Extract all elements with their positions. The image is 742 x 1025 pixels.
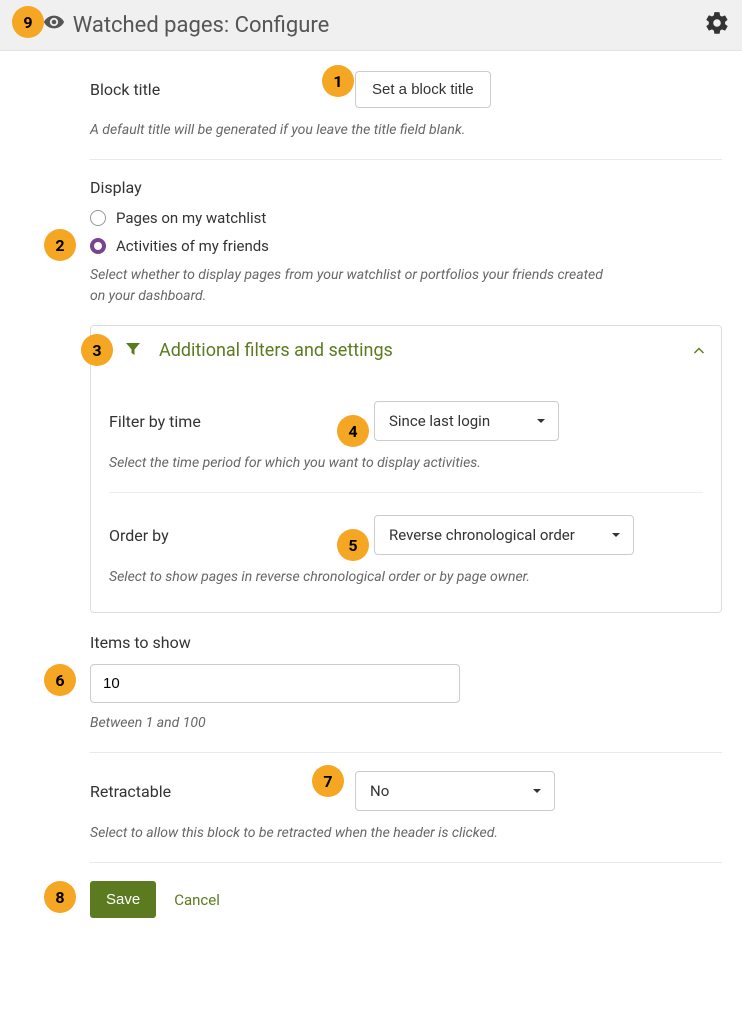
order-by-value: Reverse chronological order [389,526,575,544]
items-to-show-label: Items to show [90,633,722,652]
annotation-badge-9: 9 [12,6,44,38]
items-to-show-input[interactable] [90,664,460,703]
divider [90,159,722,160]
radio-watchlist-label: Pages on my watchlist [116,209,266,227]
eye-icon [43,11,65,39]
filter-by-time-select[interactable]: Since last login [374,401,559,441]
order-by-label: Order by [109,526,284,545]
gear-icon[interactable] [704,10,730,40]
order-by-select[interactable]: Reverse chronological order [374,515,634,555]
annotation-badge-8: 8 [44,881,76,913]
annotation-badge-1: 1 [322,65,354,97]
retractable-value: No [370,782,389,800]
filter-by-time-value: Since last login [389,412,490,430]
retractable-label: Retractable [90,782,265,801]
radio-watchlist[interactable]: Pages on my watchlist [90,209,722,227]
radio-icon [90,210,106,226]
block-title-help: A default title will be generated if you… [90,120,722,141]
filters-header[interactable]: Additional filters and settings [91,326,721,375]
caret-down-icon [611,526,621,544]
display-label: Display [90,178,722,197]
block-title-label: Block title [90,80,265,99]
caret-down-icon [536,412,546,430]
caret-down-icon [532,782,542,800]
cancel-link[interactable]: Cancel [174,891,220,909]
dialog-header: × Watched pages: Configure [0,0,742,51]
save-button[interactable]: Save [90,881,156,918]
annotation-badge-5: 5 [337,529,369,561]
filter-by-time-help: Select the time period for which you wan… [109,453,703,474]
retractable-select[interactable]: No [355,771,555,811]
annotation-badge-2: 2 [44,229,76,261]
filters-panel: 3 Additional filters and settings 4 Filt… [90,325,722,613]
annotation-badge-3: 3 [81,334,113,366]
annotation-badge-4: 4 [337,415,369,447]
divider [90,752,722,753]
items-to-show-help: Between 1 and 100 [90,713,722,734]
filter-icon [125,341,141,361]
annotation-badge-6: 6 [44,664,76,696]
radio-friends-label: Activities of my friends [116,237,269,255]
annotation-badge-7: 7 [312,765,344,797]
divider [109,492,703,493]
order-by-help: Select to show pages in reverse chronolo… [109,567,703,588]
filter-by-time-label: Filter by time [109,412,284,431]
set-block-title-button[interactable]: Set a block title [355,71,491,108]
chevron-up-icon [693,342,705,360]
retractable-help: Select to allow this block to be retract… [90,823,722,844]
dialog-title-text: Watched pages: Configure [73,13,330,38]
filters-title: Additional filters and settings [159,340,693,361]
dialog-title: Watched pages: Configure [43,11,704,39]
radio-icon-selected [90,238,106,254]
radio-friends[interactable]: Activities of my friends [90,237,722,255]
display-help: Select whether to display pages from you… [90,265,610,307]
divider [90,862,722,863]
